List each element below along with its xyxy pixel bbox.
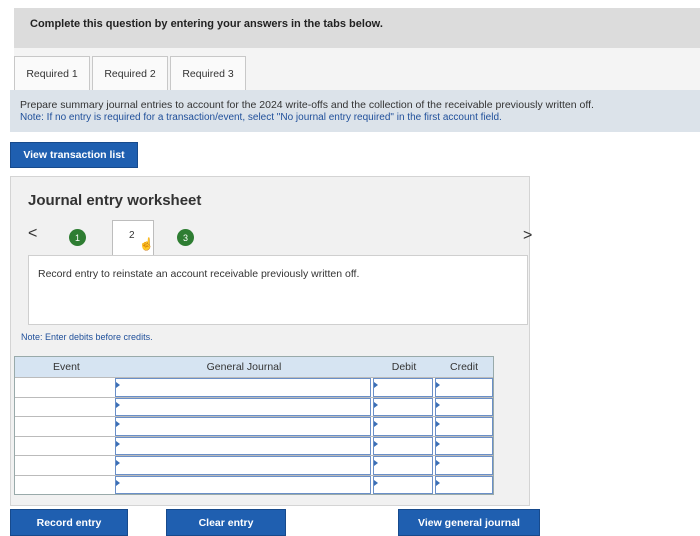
worksheet-title: Journal entry worksheet [28,192,202,209]
account-input[interactable] [115,378,371,397]
credit-input[interactable] [435,378,493,397]
journal-row [15,377,493,397]
event-cell [15,436,113,455]
dropdown-marker-icon [436,479,440,486]
journal-row [15,435,493,455]
event-cell [15,378,113,397]
dropdown-marker-icon [116,460,120,466]
hand-pointer-icon: ☝ [139,237,154,251]
debits-note: Note: Enter debits before credits. [21,332,153,342]
tab-required-3[interactable]: Required 3 [170,56,246,90]
dropdown-marker-icon [374,382,378,388]
dropdown-marker-icon [374,401,378,408]
credit-input[interactable] [435,397,493,416]
record-entry-button[interactable]: Record entry [10,509,128,536]
entry-description-box: Record entry to reinstate an account rec… [28,255,528,325]
dropdown-marker-icon [436,440,440,447]
col-header-event: Event [15,357,115,377]
dropdown-marker-icon [374,421,378,427]
journal-row [15,396,493,416]
clear-entry-button[interactable]: Clear entry [166,509,286,536]
step-2-number: 2 [129,230,135,241]
prev-arrow-icon[interactable]: < [28,225,37,243]
event-cell [15,475,113,494]
journal-row [15,416,493,436]
col-header-debit: Debit [373,357,435,377]
credit-input[interactable] [435,475,493,494]
instructions-text: Prepare summary journal entries to accou… [20,99,594,111]
event-cell [15,417,113,436]
debit-input[interactable] [373,417,433,436]
question-header: Complete this question by entering your … [14,8,700,48]
tab-bar: Required 1 Required 2 Required 3 [14,48,700,90]
dropdown-marker-icon [374,479,378,486]
next-arrow-icon[interactable]: > [523,227,532,245]
col-header-general-journal: General Journal [115,357,373,377]
view-general-journal-button[interactable]: View general journal [398,509,540,536]
debit-input[interactable] [373,378,433,397]
account-input[interactable] [115,475,371,494]
journal-row [15,474,493,494]
credit-input[interactable] [435,417,493,436]
dropdown-marker-icon [436,460,440,466]
instructions-panel: Prepare summary journal entries to accou… [10,90,700,132]
question-header-text: Complete this question by entering your … [30,18,383,30]
dropdown-marker-icon [116,421,120,427]
credit-input[interactable] [435,436,493,455]
dropdown-marker-icon [436,382,440,388]
account-input[interactable] [115,456,371,475]
event-cell [15,397,113,416]
view-transaction-list-button[interactable]: View transaction list [10,142,138,168]
account-input[interactable] [115,417,371,436]
debit-input[interactable] [373,475,433,494]
event-cell [15,456,113,475]
debit-input[interactable] [373,456,433,475]
col-header-credit: Credit [435,357,493,377]
dropdown-marker-icon [374,460,378,466]
tab-required-1[interactable]: Required 1 [14,56,90,90]
dropdown-marker-icon [116,401,120,408]
dropdown-marker-icon [436,401,440,408]
debit-input[interactable] [373,397,433,416]
dropdown-marker-icon [374,440,378,447]
step-2-current[interactable]: 2 ☝ [112,220,154,256]
dropdown-marker-icon [116,440,120,447]
dropdown-marker-icon [116,479,120,486]
step-1-dot[interactable]: 1 [69,229,86,246]
step-3-dot[interactable]: 3 [177,229,194,246]
entry-description: Record entry to reinstate an account rec… [38,268,360,280]
instructions-note: Note: If no entry is required for a tran… [20,112,502,123]
account-input[interactable] [115,436,371,455]
tab-required-2[interactable]: Required 2 [92,56,168,90]
dropdown-marker-icon [116,382,120,388]
debit-input[interactable] [373,436,433,455]
journal-row [15,455,493,475]
credit-input[interactable] [435,456,493,475]
account-input[interactable] [115,397,371,416]
journal-table: Event General Journal Debit Credit 2 [14,356,494,495]
dropdown-marker-icon [436,421,440,427]
